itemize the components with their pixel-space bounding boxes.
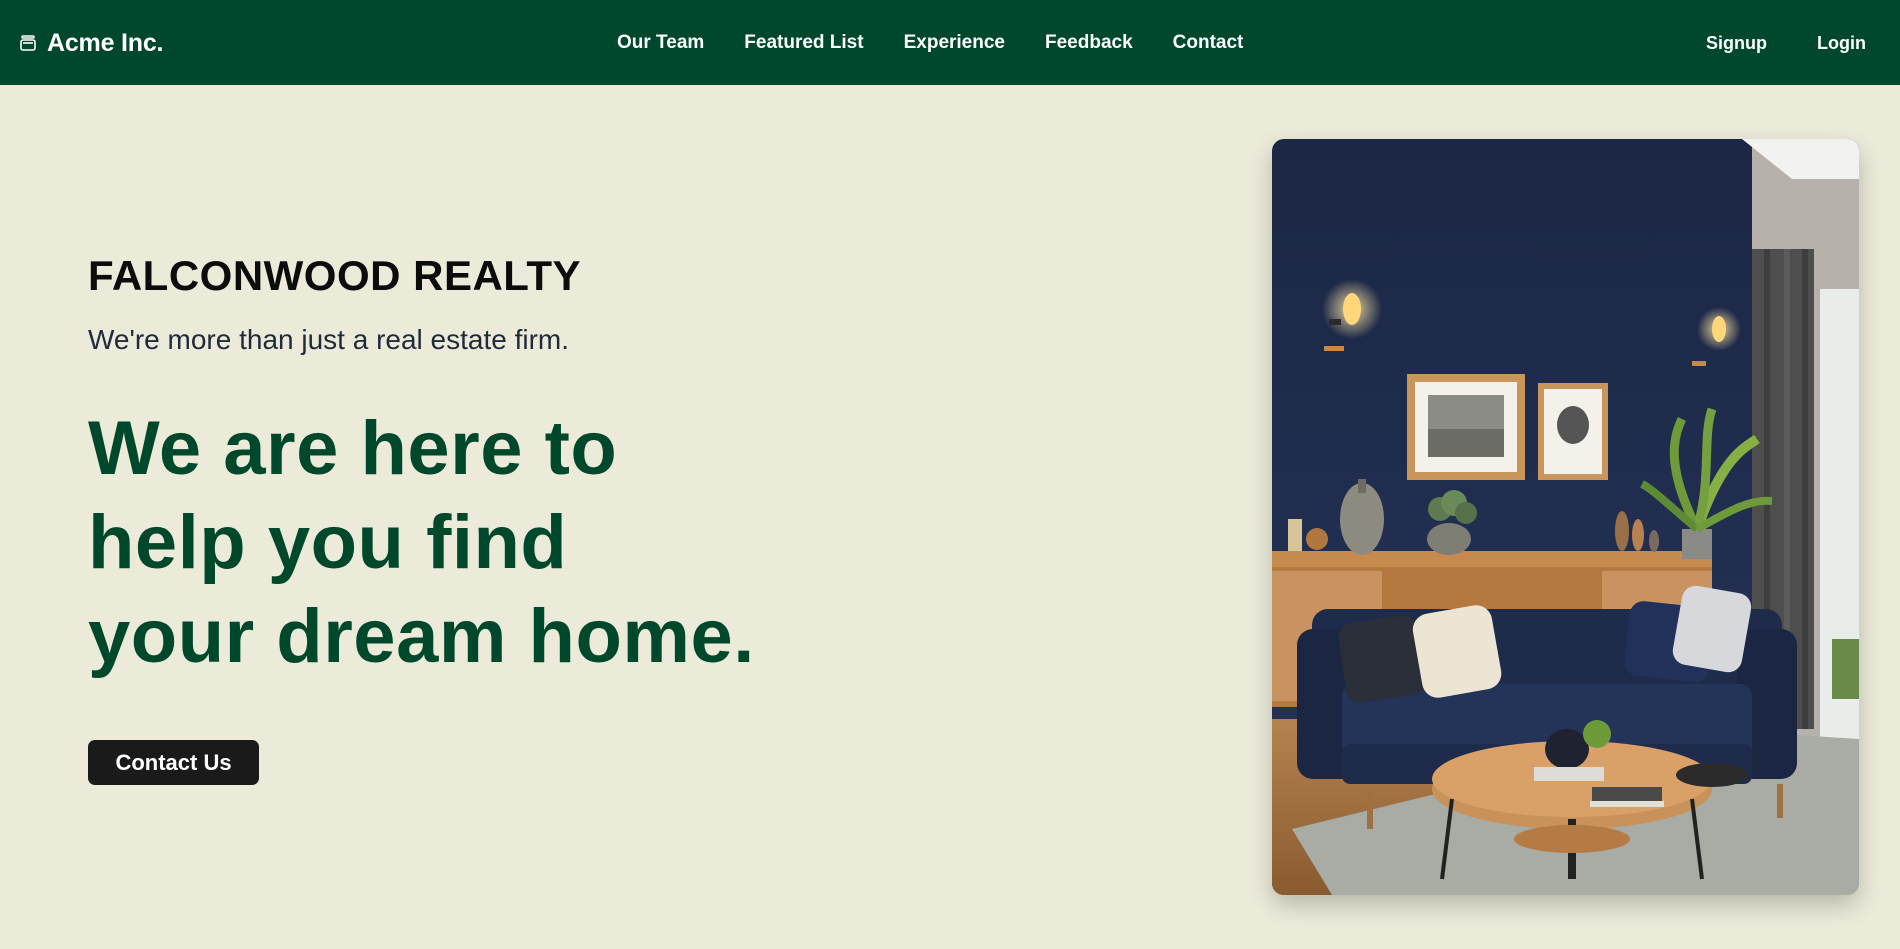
auth-links: Signup Login bbox=[1706, 28, 1866, 58]
headline-line: We are here to bbox=[88, 406, 618, 491]
hero-headline: We are here to help you find your dream … bbox=[88, 402, 908, 684]
brand-name: Acme Inc. bbox=[47, 28, 164, 57]
nav-link-contact[interactable]: Contact bbox=[1173, 32, 1244, 54]
hero-text: FALCONWOOD REALTY We're more than just a… bbox=[88, 250, 908, 684]
company-name: FALCONWOOD REALTY bbox=[88, 252, 582, 299]
living-room-photo bbox=[1272, 139, 1859, 895]
hero-subtitle: We're more than just a real estate firm. bbox=[88, 324, 570, 355]
brand-logo-link[interactable]: Acme Inc. bbox=[19, 27, 164, 59]
top-navbar: Acme Inc. Our Team Featured List Experie… bbox=[0, 0, 1900, 85]
nav-link-our-team[interactable]: Our Team bbox=[617, 32, 704, 54]
headline-line: your dream home. bbox=[88, 594, 755, 679]
signup-link[interactable]: Signup bbox=[1706, 33, 1767, 54]
nav-link-experience[interactable]: Experience bbox=[904, 32, 1005, 54]
contact-us-button[interactable]: Contact Us bbox=[88, 740, 259, 785]
stack-icon bbox=[20, 35, 36, 51]
login-link[interactable]: Login bbox=[1817, 33, 1866, 54]
headline-line: help you find bbox=[88, 500, 568, 585]
nav-link-feedback[interactable]: Feedback bbox=[1045, 32, 1133, 54]
hero-image bbox=[1272, 139, 1859, 895]
nav-link-featured-list[interactable]: Featured List bbox=[744, 32, 863, 54]
main-nav: Our Team Featured List Experience Feedba… bbox=[617, 28, 1243, 58]
